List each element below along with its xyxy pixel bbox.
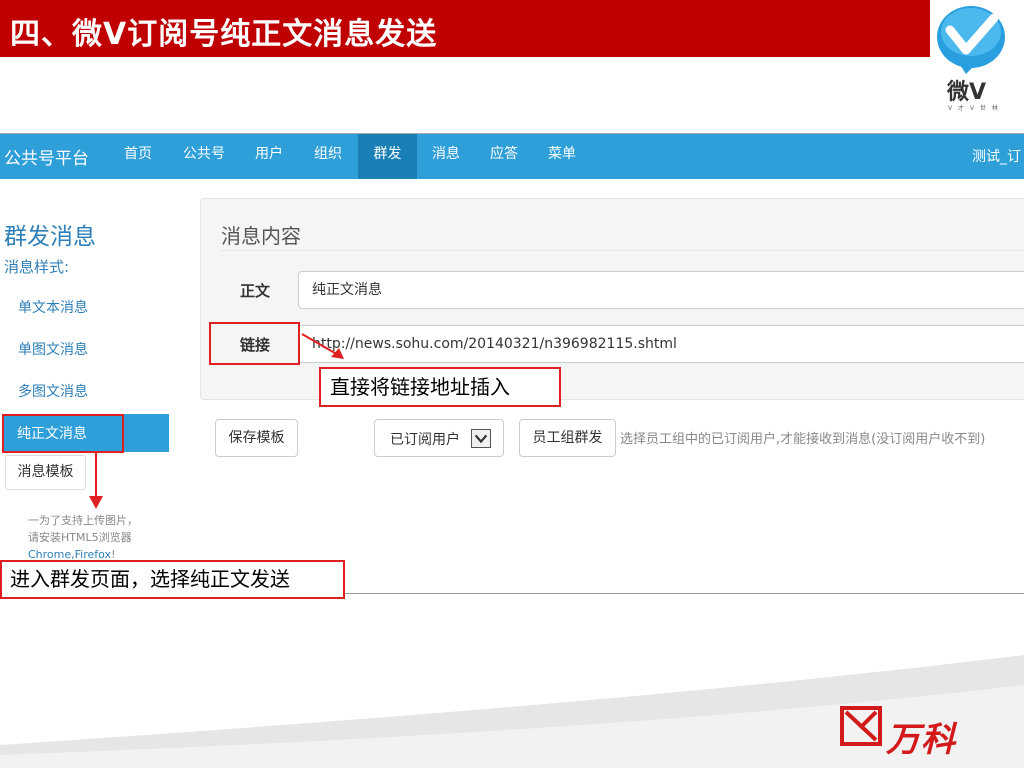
- nav-item-account[interactable]: 公共号: [176, 134, 232, 179]
- vanke-logo-icon: [840, 706, 882, 746]
- sidebar-callout: 进入群发页面，选择纯正文发送: [0, 560, 345, 599]
- panel-divider: [221, 250, 1024, 251]
- logo-subtitle: V 才 V 世 林: [948, 105, 1000, 112]
- nav-item-org[interactable]: 组织: [305, 134, 351, 179]
- nav-item-reply[interactable]: 应答: [481, 134, 527, 179]
- panel-title: 消息内容: [221, 224, 301, 248]
- sidebar-item-single-news[interactable]: 单图文消息: [18, 339, 88, 359]
- plain-text-highlight-box: [2, 414, 124, 453]
- arrow-icon: [301, 333, 344, 359]
- chevron-down-icon: [471, 429, 491, 448]
- nav-item-users[interactable]: 用户: [246, 134, 292, 179]
- logo-text: 微V: [947, 80, 987, 105]
- sidebar-subtitle: 消息样式:: [4, 258, 70, 276]
- nav-item-menu[interactable]: 菜单: [539, 134, 585, 179]
- nav-item-broadcast[interactable]: 群发: [358, 134, 417, 179]
- vanke-brand: 万科: [886, 720, 956, 760]
- sidebar-item-single-text[interactable]: 单文本消息: [18, 297, 88, 317]
- top-navbar: 公共号平台 首页 公共号 用户 组织 群发 消息 应答 菜单 测试_订: [0, 134, 1024, 179]
- send-hint: 选择员工组中的已订阅用户,才能接收到消息(没订阅用户收不到): [620, 432, 986, 447]
- body-input[interactable]: 纯正文消息: [298, 271, 1024, 309]
- message-template-button[interactable]: 消息模板: [5, 455, 86, 490]
- link-highlight-box: [209, 322, 300, 365]
- link-callout: 直接将链接地址插入: [319, 367, 561, 407]
- body-label: 正文: [240, 282, 271, 300]
- nav-item-home[interactable]: 首页: [112, 134, 164, 179]
- save-template-button[interactable]: 保存模板: [215, 419, 298, 457]
- sidebar-item-multi-news[interactable]: 多图文消息: [18, 381, 88, 401]
- down-arrow-icon: [89, 452, 103, 509]
- subscriber-select-value: 已订阅用户: [390, 432, 460, 448]
- upload-note-text: 一为了支持上传图片，请安装HTML5浏览器: [28, 514, 138, 544]
- sidebar-title: 群发消息: [4, 224, 96, 250]
- slide-title-bar: 四、微V订阅号纯正文消息发送: [0, 0, 930, 57]
- nav-brand[interactable]: 公共号平台: [4, 144, 89, 169]
- nav-item-messages[interactable]: 消息: [423, 134, 469, 179]
- staff-group-send-button[interactable]: 员工组群发: [519, 419, 616, 457]
- upload-note: 一为了支持上传图片，请安装HTML5浏览器Chrome,Firefox!: [28, 512, 148, 563]
- subscriber-select[interactable]: 已订阅用户: [374, 419, 504, 457]
- link-input[interactable]: http://news.sohu.com/20140321/n396982115…: [298, 325, 1024, 363]
- nav-user[interactable]: 测试_订: [972, 146, 1021, 166]
- slide-title: 四、微V订阅号纯正文消息发送: [10, 17, 438, 52]
